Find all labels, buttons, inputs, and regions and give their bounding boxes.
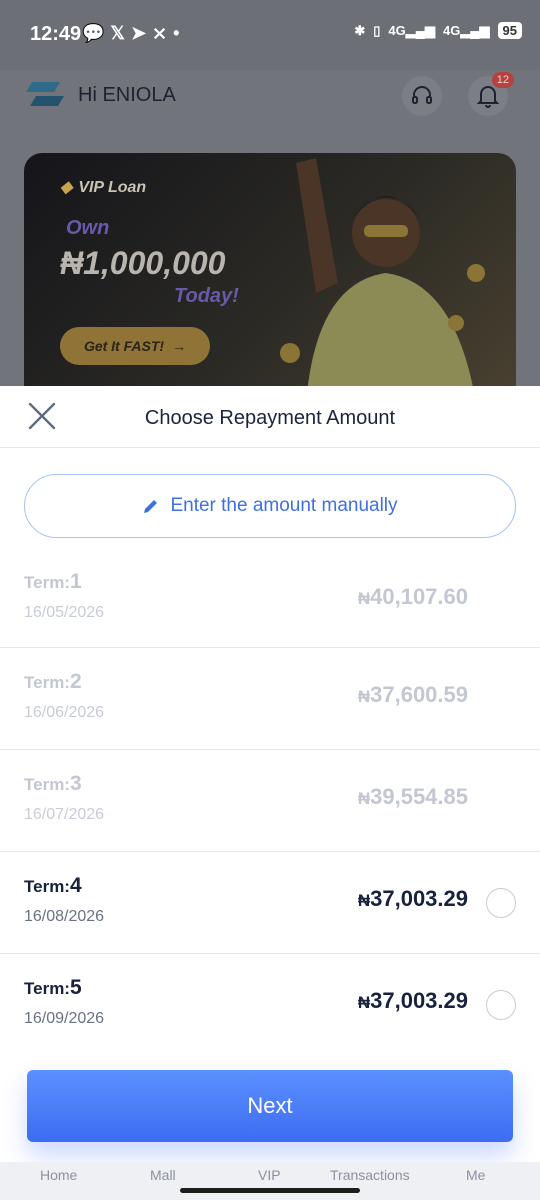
status-notification-icons: 💬 𝕏 ➤ ⨯ • bbox=[82, 23, 179, 44]
term-date: 16/07/2026 bbox=[24, 806, 105, 823]
network-type: 4G bbox=[442, 22, 461, 38]
greeting-text: Hi ENIOLA bbox=[78, 84, 176, 106]
term-row: Term:2 16/06/2026 ₦37,600.59 bbox=[0, 648, 540, 750]
enter-amount-manually-label: Enter the amount manually bbox=[170, 495, 398, 516]
status-bar: 12:49 💬 𝕏 ➤ ⨯ • ✱ ▯ 4G▂▄▆ 4G▂▄▆ 95 bbox=[0, 0, 540, 70]
gesture-home-bar[interactable] bbox=[180, 1188, 360, 1193]
bottom-nav-peek: Home Mall VIP Transactions Me bbox=[0, 1162, 540, 1200]
term-label: Term:1 bbox=[24, 570, 82, 594]
term-amount: ₦37,600.59 bbox=[358, 682, 468, 708]
signal-1-icon: 4G▂▄▆ bbox=[388, 22, 435, 38]
term-date: 16/06/2026 bbox=[24, 704, 105, 721]
nav-item-transactions[interactable]: Transactions bbox=[330, 1167, 410, 1183]
currency-symbol: ₦ bbox=[357, 789, 371, 808]
notification-count-badge: 12 bbox=[491, 72, 514, 88]
term-radio-button[interactable] bbox=[486, 888, 516, 918]
amount-value: 37,003.29 bbox=[370, 886, 468, 911]
term-label: Term:5 bbox=[24, 976, 82, 1000]
term-date: 16/09/2026 bbox=[24, 1010, 105, 1027]
term-number: 4 bbox=[69, 874, 82, 897]
diamond-icon: ◆ bbox=[60, 179, 73, 196]
sheet-header: Choose Repayment Amount bbox=[0, 386, 540, 448]
currency-symbol: ₦ bbox=[357, 589, 371, 608]
term-label: Term:2 bbox=[24, 670, 82, 694]
term-amount: ₦37,003.29 bbox=[358, 988, 468, 1014]
banner-today-text: Today! bbox=[174, 285, 239, 307]
nav-item-home[interactable]: Home bbox=[40, 1167, 77, 1183]
background-home-screen: Hi ENIOLA 12 ◆ VIP Loan Own ₦1,000,000 To… bbox=[0, 70, 540, 403]
term-date: 16/05/2026 bbox=[24, 604, 105, 621]
term-prefix: Term: bbox=[24, 775, 70, 794]
battery-icon: 95 bbox=[497, 22, 522, 39]
term-row: Term:3 16/07/2026 ₦39,554.85 bbox=[0, 750, 540, 852]
term-label: Term:3 bbox=[24, 772, 82, 796]
term-prefix: Term: bbox=[24, 979, 70, 998]
enter-amount-manually-button[interactable]: Enter the amount manually bbox=[24, 474, 516, 538]
term-amount: ₦37,003.29 bbox=[358, 886, 468, 912]
term-number: 3 bbox=[69, 772, 82, 795]
nav-item-me[interactable]: Me bbox=[466, 1167, 485, 1183]
currency-symbol: ₦ bbox=[357, 687, 371, 706]
next-button[interactable]: Next bbox=[27, 1070, 513, 1142]
banner-own-text: Own bbox=[66, 217, 110, 239]
notifications-button[interactable]: 12 bbox=[468, 72, 514, 116]
capcut-icon: ⨯ bbox=[152, 23, 168, 43]
nav-item-mall[interactable]: Mall bbox=[150, 1167, 176, 1183]
sheet-title: Choose Repayment Amount bbox=[144, 407, 396, 429]
banner-title: ◆ VIP Loan bbox=[60, 177, 146, 197]
term-number: 5 bbox=[69, 976, 82, 999]
term-number: 1 bbox=[69, 570, 82, 593]
pencil-icon bbox=[144, 500, 158, 513]
bell-icon bbox=[477, 86, 499, 108]
currency-symbol: ₦ bbox=[357, 891, 371, 910]
headset-icon bbox=[412, 86, 432, 104]
term-row[interactable]: Term:5 16/09/2026 ₦37,003.29 bbox=[0, 954, 540, 1056]
amount-value: 37,600.59 bbox=[370, 682, 468, 707]
x-logo-icon: 𝕏 bbox=[110, 23, 125, 43]
get-it-fast-button[interactable]: Get It FAST! → bbox=[60, 327, 210, 365]
term-date: 16/08/2026 bbox=[24, 908, 105, 925]
repayment-bottom-sheet: Choose Repayment Amount Enter the amount… bbox=[0, 386, 540, 1200]
term-amount: ₦40,107.60 bbox=[358, 584, 468, 610]
app-logo-icon bbox=[26, 82, 64, 106]
bluetooth-icon: ✱ bbox=[354, 22, 366, 38]
status-system-icons: ✱ ▯ 4G▂▄▆ 4G▂▄▆ 95 bbox=[354, 22, 522, 39]
vibrate-icon: ▯ bbox=[373, 22, 381, 38]
get-it-fast-label: Get It FAST! bbox=[83, 338, 165, 354]
nav-item-vip[interactable]: VIP bbox=[258, 1167, 281, 1183]
banner-person-illustration bbox=[280, 158, 485, 403]
dot-icon: • bbox=[173, 23, 180, 43]
term-prefix: Term: bbox=[24, 573, 70, 592]
term-amount: ₦39,554.85 bbox=[358, 784, 468, 810]
term-row: Term:1 16/05/2026 ₦40,107.60 bbox=[0, 556, 540, 648]
network-type: 4G bbox=[388, 22, 406, 38]
telegram-icon: ➤ bbox=[130, 23, 147, 43]
term-radio-button[interactable] bbox=[486, 990, 516, 1020]
term-prefix: Term: bbox=[24, 673, 70, 692]
arrow-right-circle-icon: → bbox=[172, 338, 187, 354]
term-number: 2 bbox=[69, 670, 82, 693]
chat-bubble-icon: 💬 bbox=[82, 23, 105, 43]
banner-title-text: VIP Loan bbox=[78, 179, 147, 196]
signal-2-icon: 4G▂▄▆ bbox=[442, 22, 490, 38]
vip-loan-banner[interactable]: ◆ VIP Loan Own ₦1,000,000 Today! Get It F… bbox=[24, 153, 516, 403]
status-time: 12:49 bbox=[30, 23, 82, 45]
amount-value: 37,003.29 bbox=[370, 988, 468, 1013]
term-prefix: Term: bbox=[24, 877, 70, 896]
amount-value: 40,107.60 bbox=[370, 584, 468, 609]
amount-value: 39,554.85 bbox=[370, 784, 468, 809]
banner-amount: ₦1,000,000 bbox=[60, 245, 226, 281]
support-button[interactable] bbox=[402, 76, 442, 116]
term-row[interactable]: Term:4 16/08/2026 ₦37,003.29 bbox=[0, 852, 540, 954]
currency-symbol: ₦ bbox=[357, 993, 371, 1012]
term-label: Term:4 bbox=[24, 874, 82, 898]
